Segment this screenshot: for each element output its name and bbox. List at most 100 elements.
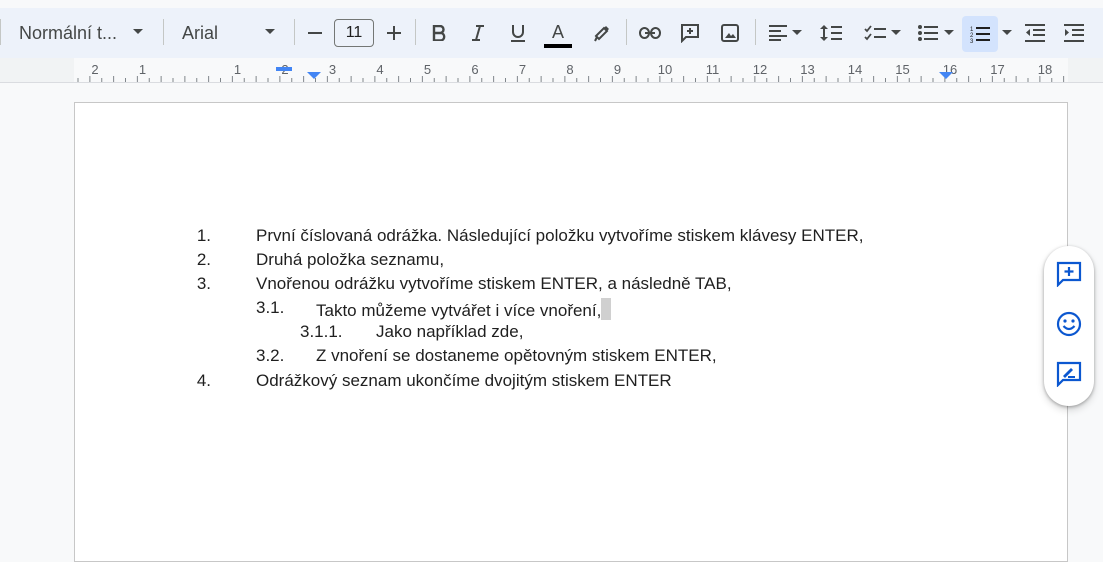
chevron-down-icon <box>1002 30 1012 36</box>
list-item-text-content: První číslovaná odrážka. Následující pol… <box>256 226 864 245</box>
floating-actions-panel <box>1044 246 1094 406</box>
list-item-text[interactable]: Odrážkový seznam ukončíme dvojitým stisk… <box>256 371 672 391</box>
list-item-text[interactable]: První číslovaná odrážka. Následující pol… <box>256 226 864 246</box>
increase-font-size-button[interactable] <box>381 8 407 58</box>
font-dropdown[interactable]: Arial <box>170 8 285 58</box>
toolbar-divider <box>755 19 756 45</box>
document-page[interactable]: 1. První číslovaná odrážka. Následující p… <box>74 102 1068 562</box>
decrease-indent-icon <box>1025 24 1045 42</box>
ruler-label: 10 <box>658 62 672 77</box>
ruler-label: 5 <box>424 62 431 77</box>
list-item-text-content: Druhá položka seznamu, <box>256 250 445 269</box>
add-comment-button[interactable] <box>1044 251 1094 301</box>
chevron-down-icon <box>132 28 144 36</box>
bulleted-list-dropdown[interactable] <box>913 8 959 58</box>
list-item-text-content: Z vnoření se dostaneme opětovným stiskem… <box>316 346 717 365</box>
bulleted-list-icon <box>918 25 938 41</box>
toolbar-divider <box>415 19 416 45</box>
bold-icon <box>432 25 446 41</box>
font-size-input[interactable]: 11 <box>334 19 374 47</box>
ruler-label: 8 <box>566 62 573 77</box>
ruler-label: 3 <box>329 62 336 77</box>
list-item-marker: 4. <box>196 371 211 390</box>
checklist-icon <box>863 25 886 41</box>
ruler-label: 17 <box>990 62 1004 77</box>
toolbar-divider <box>294 19 295 45</box>
numbered-list-options-dropdown[interactable] <box>999 8 1015 58</box>
numbered-list-icon: 123 <box>970 25 990 43</box>
bold-button[interactable] <box>424 8 454 58</box>
ruler-label: 6 <box>471 62 478 77</box>
line-spacing-button[interactable] <box>815 8 847 58</box>
italic-button[interactable] <box>463 8 493 58</box>
highlight-icon <box>592 24 610 42</box>
ruler-label: 11 <box>706 62 720 77</box>
increase-indent-icon <box>1064 24 1084 42</box>
text-color-bar <box>544 43 572 48</box>
list-item-text[interactable]: Jako například zde, <box>376 322 523 342</box>
text-cursor <box>601 298 612 320</box>
font-label: Arial <box>182 22 219 43</box>
minus-icon <box>308 26 322 40</box>
text-color-button[interactable]: A <box>542 8 574 58</box>
left-indent-marker[interactable] <box>307 72 321 79</box>
list-item-text[interactable]: Vnořenou odrážku vytvoříme stiskem ENTER… <box>256 274 732 294</box>
toolbar-divider <box>0 19 1 45</box>
toolbar-divider <box>163 19 164 45</box>
emoji-reaction-icon <box>1056 311 1082 342</box>
underline-icon <box>510 24 526 42</box>
ruler-label: 1 <box>139 62 146 77</box>
ruler-label: 12 <box>753 62 767 77</box>
italic-icon <box>471 25 485 41</box>
ruler-label: 2 <box>91 62 98 77</box>
suggest-edits-button[interactable] <box>1044 351 1094 401</box>
list-item-text-content: Odrážkový seznam ukončíme dvojitým stisk… <box>256 371 672 390</box>
ruler-label: 18 <box>1038 62 1052 77</box>
numbered-list-button[interactable]: 123 <box>962 16 998 52</box>
list-item-text-content: Vnořenou odrážku vytvoříme stiskem ENTER… <box>256 274 732 293</box>
first-line-indent-marker[interactable] <box>276 67 292 71</box>
underline-button[interactable] <box>503 8 533 58</box>
highlight-button[interactable] <box>587 8 615 58</box>
insert-link-button[interactable] <box>635 8 665 58</box>
add-comment-icon <box>680 23 700 43</box>
list-item-text[interactable]: Takto můžeme vytvářet i více vnoření, <box>316 298 612 321</box>
ruler-label: 14 <box>848 62 862 77</box>
insert-image-button[interactable] <box>715 8 745 58</box>
list-item-marker: 3.2. <box>256 346 285 365</box>
insert-comment-button[interactable] <box>675 8 705 58</box>
list-item-text[interactable]: Druhá položka seznamu, <box>256 250 444 270</box>
add-comment-icon <box>1056 261 1082 292</box>
list-item-marker: 2. <box>196 250 211 269</box>
increase-indent-button[interactable] <box>1059 8 1089 58</box>
ruler-label: 15 <box>895 62 909 77</box>
plus-icon <box>387 26 401 40</box>
chevron-down-icon <box>264 28 276 36</box>
chevron-down-icon <box>944 30 954 36</box>
add-emoji-reaction-button[interactable] <box>1044 301 1094 351</box>
toolbar-divider <box>626 19 627 45</box>
horizontal-ruler[interactable]: 21123456789101112131415161718 <box>0 58 1103 83</box>
paragraph-style-dropdown[interactable]: Normální t... <box>14 8 154 58</box>
ruler-label: 13 <box>800 62 814 77</box>
line-spacing-icon <box>820 24 842 42</box>
align-left-icon <box>768 25 787 41</box>
list-item-text-content: Takto můžeme vytvářet i více vnoření, <box>316 301 602 320</box>
ruler-label: 1 <box>234 62 241 77</box>
list-item-text[interactable]: Z vnoření se dostaneme opětovným stiskem… <box>316 346 717 366</box>
decrease-indent-button[interactable] <box>1020 8 1050 58</box>
suggest-edits-icon <box>1056 361 1082 392</box>
list-item-text-content: Jako například zde, <box>376 322 524 341</box>
formatting-toolbar: Normální t... Arial 11 A 1 2 3 <box>0 8 1103 58</box>
image-icon <box>721 24 739 42</box>
ruler-label: 7 <box>519 62 526 77</box>
chevron-down-icon <box>890 30 901 36</box>
decrease-font-size-button[interactable] <box>302 8 328 58</box>
checklist-dropdown[interactable] <box>858 8 906 58</box>
list-item-marker: 3. <box>196 274 211 293</box>
chevron-down-icon <box>791 30 802 36</box>
ruler-scale: 21123456789101112131415161718 <box>0 58 1103 82</box>
align-dropdown[interactable] <box>763 8 807 58</box>
list-item-marker: 3.1.1. <box>300 322 343 341</box>
list-item-marker: 3.1. <box>256 298 285 317</box>
